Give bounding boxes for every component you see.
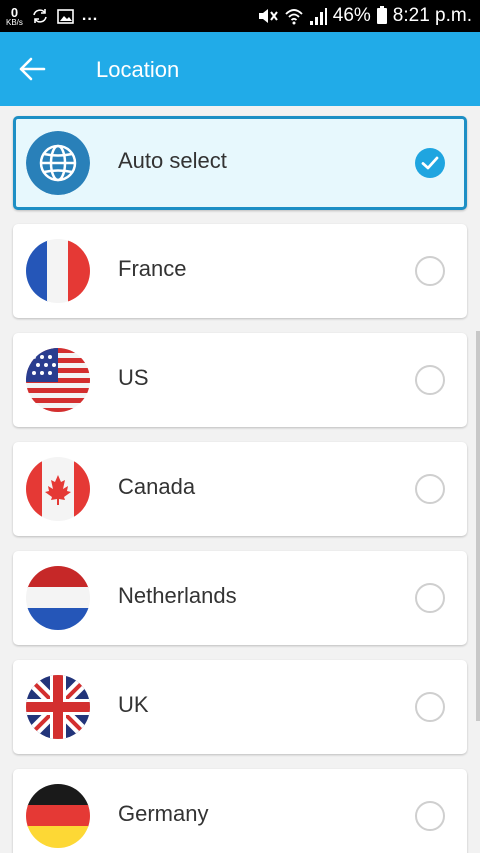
location-item-netherlands[interactable]: Netherlands <box>13 551 467 645</box>
location-label: Germany <box>118 801 209 826</box>
location-label: UK <box>118 692 149 717</box>
location-item-germany[interactable]: Germany <box>13 769 467 853</box>
network-speed-unit: KB/s <box>6 17 23 27</box>
wifi-icon <box>285 9 303 25</box>
location-label: Canada <box>118 474 196 499</box>
location-label: Netherlands <box>118 583 237 608</box>
back-button[interactable] <box>14 50 50 88</box>
location-item-auto-select[interactable]: Auto select <box>13 116 467 210</box>
network-speed-value: 0 <box>10 4 19 20</box>
status-bar: 0 KB/s ... 46% 8:21 p.m. <box>0 0 480 32</box>
selected-check-icon[interactable] <box>415 148 445 178</box>
germany-flag-icon <box>26 784 90 848</box>
location-label: US <box>118 365 149 390</box>
battery-percent: 46% <box>332 5 371 26</box>
canada-flag-icon <box>26 457 90 521</box>
network-speed: 0 KB/s <box>6 6 23 27</box>
radio-button[interactable] <box>415 583 445 613</box>
clock: 8:21 p.m. <box>392 5 472 26</box>
page-title: Location <box>96 57 180 82</box>
location-item-canada[interactable]: Canada <box>13 442 467 536</box>
location-item-uk[interactable]: UK <box>13 660 467 754</box>
status-right: 46% 8:21 p.m. <box>257 0 472 32</box>
location-list: Auto select France US Canada Netherlands… <box>0 106 480 853</box>
sync-icon <box>33 9 47 23</box>
radio-button[interactable] <box>415 256 445 286</box>
radio-button[interactable] <box>415 365 445 395</box>
signal-icon <box>309 8 327 25</box>
location-label: Auto select <box>118 148 227 173</box>
globe-icon <box>26 131 90 195</box>
france-flag-icon <box>26 239 90 303</box>
scrollbar[interactable] <box>476 331 480 721</box>
us-flag-icon <box>26 348 90 412</box>
battery-icon <box>376 6 387 24</box>
uk-flag-icon <box>26 675 90 739</box>
app-bar: Location <box>0 32 480 106</box>
location-item-france[interactable]: France <box>13 224 467 318</box>
netherlands-flag-icon <box>26 566 90 630</box>
location-label: France <box>118 256 187 281</box>
radio-button[interactable] <box>415 692 445 722</box>
location-item-us[interactable]: US <box>13 333 467 427</box>
mute-icon <box>258 9 278 23</box>
back-arrow-icon <box>19 57 46 81</box>
status-left: 0 KB/s ... <box>6 0 98 32</box>
more-notifications: ... <box>81 7 99 24</box>
radio-button[interactable] <box>415 801 445 831</box>
radio-button[interactable] <box>415 474 445 504</box>
gallery-icon <box>57 8 74 24</box>
